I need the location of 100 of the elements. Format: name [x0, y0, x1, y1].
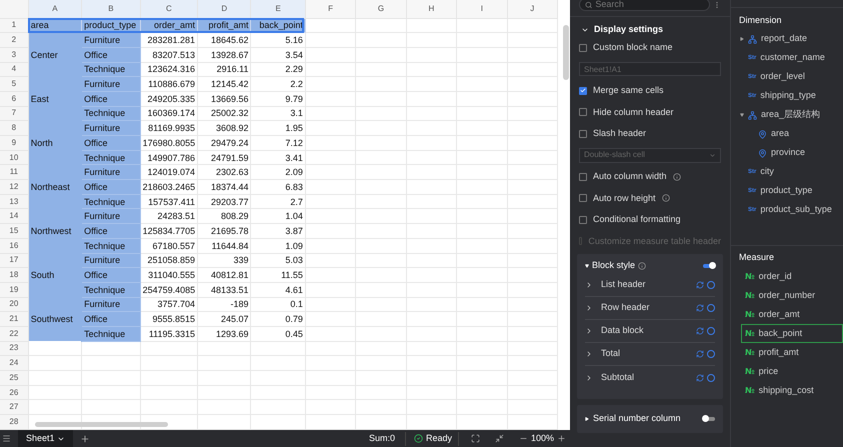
number-type-icon: №	[745, 346, 755, 358]
field-item[interactable]: area	[771, 127, 790, 141]
sheet-tab[interactable]: Sheet1	[18, 430, 73, 447]
input-field[interactable]: Sheet1!A1	[579, 62, 721, 76]
sum-text: Sum:0	[368, 432, 395, 445]
expand-icon[interactable]	[740, 37, 744, 41]
row-number: 18	[0, 268, 28, 282]
menu-icon[interactable]	[2, 434, 11, 443]
style-icon[interactable]	[707, 327, 715, 335]
search-field[interactable]: Search	[579, 0, 710, 11]
block-style-item[interactable]: Subtotal	[601, 370, 696, 384]
table-cell: 11644.84	[198, 238, 251, 253]
measure-item[interactable]: № shipping_cost	[741, 381, 843, 400]
table-cell: 0.1	[250, 297, 306, 312]
search-input[interactable]: Search	[595, 0, 704, 10]
product-type-cell: Office	[82, 180, 140, 194]
style-icon[interactable]	[707, 374, 715, 382]
expand-icon[interactable]	[740, 113, 744, 117]
block-style-item[interactable]: Data block	[601, 324, 696, 338]
table-cell: 0.79	[250, 312, 306, 326]
product-type-cell: Furniture	[82, 76, 140, 92]
style-icon[interactable]	[707, 304, 715, 312]
section-header[interactable]: Serial number column	[585, 412, 681, 426]
row-number: 16	[0, 238, 28, 253]
measure-item[interactable]: № order_number	[741, 286, 843, 305]
measure-item[interactable]: № price	[741, 362, 843, 381]
measure-item[interactable]: № profit_amt	[741, 343, 843, 362]
checkbox[interactable]	[579, 172, 587, 181]
measure-item[interactable]: № back_point	[741, 324, 843, 343]
field-item[interactable]: customer_name	[760, 51, 825, 65]
table-cell: 5.03	[250, 253, 306, 268]
checkbox[interactable]	[579, 194, 587, 202]
product-type-cell: Technique	[82, 106, 140, 121]
row-number: 23	[0, 341, 28, 356]
field-item[interactable]: area_层级结构	[761, 108, 820, 122]
style-icon[interactable]	[707, 281, 715, 289]
checkbox[interactable]	[579, 86, 587, 95]
zoom-in-icon[interactable]	[557, 434, 566, 443]
table-cell: 157537.411	[140, 194, 198, 209]
toggle-switch[interactable]	[703, 264, 715, 268]
fit-icon[interactable]	[470, 434, 480, 443]
refresh-icon[interactable]	[696, 304, 704, 312]
refresh-icon[interactable]	[696, 374, 704, 382]
refresh-icon[interactable]	[696, 281, 704, 289]
style-icon[interactable]	[707, 350, 715, 358]
product-type-cell: Furniture	[82, 164, 140, 180]
toggle-switch[interactable]	[703, 417, 715, 421]
table-cell: 11.55	[250, 268, 306, 282]
table-cell: 2302.63	[198, 164, 251, 180]
block-style-item[interactable]: Total	[601, 347, 696, 361]
row-number: 6	[0, 91, 28, 106]
field-item[interactable]: order_level	[760, 70, 805, 84]
table-cell: 3608.92	[198, 120, 251, 136]
field-item[interactable]: province	[771, 146, 806, 160]
checkbox[interactable]	[579, 130, 587, 138]
section-header[interactable]: Display settings	[581, 23, 730, 36]
table-cell: -189	[198, 297, 251, 312]
row-number: 1	[0, 18, 28, 33]
product-type-cell: Technique	[82, 194, 140, 209]
column-letter: B	[82, 0, 140, 18]
checkbox[interactable]	[579, 108, 587, 116]
chevron-icon[interactable]	[585, 304, 593, 312]
table-cell: 251058.859	[140, 253, 198, 268]
refresh-icon[interactable]	[696, 350, 704, 358]
row-number: 2	[0, 32, 28, 48]
row-number: 22	[0, 326, 28, 342]
checkbox[interactable]	[579, 44, 587, 52]
measure-item[interactable]: № order_amt	[741, 305, 843, 324]
table-cell: 149907.786	[140, 150, 198, 165]
field-item[interactable]: product_sub_type	[760, 203, 832, 217]
table-cell: 81169.9935	[140, 120, 198, 136]
measure-item[interactable]: № order_id	[741, 267, 843, 286]
block-style-item[interactable]: Row header	[601, 301, 696, 315]
row-number: 8	[0, 120, 28, 136]
checkbox-label: Auto column width	[593, 170, 667, 183]
table-cell: 2.09	[250, 164, 306, 180]
table-cell: 29203.77	[198, 194, 251, 209]
chevron-icon[interactable]	[585, 350, 593, 358]
field-item[interactable]: city	[760, 165, 774, 179]
column-letter: G	[356, 0, 406, 18]
chevron-icon[interactable]	[585, 374, 593, 382]
area-cell: Southwest	[28, 297, 82, 342]
block-style-item[interactable]: List header	[601, 278, 696, 292]
refresh-icon[interactable]	[696, 327, 704, 335]
checkbox[interactable]	[579, 216, 587, 224]
table-cell: 48133.51	[198, 282, 251, 298]
number-type-icon: №	[745, 384, 755, 396]
field-item[interactable]: product_type	[760, 184, 812, 198]
add-sheet-icon[interactable]	[80, 434, 90, 444]
checkbox-label: Slash header	[593, 127, 646, 140]
section-header[interactable]: Block style	[585, 259, 646, 273]
area-cell: Northeast	[28, 164, 82, 209]
chevron-icon[interactable]	[585, 327, 593, 335]
product-type-cell: Furniture	[82, 253, 140, 268]
table-cell: 1.09	[250, 238, 306, 253]
chevron-icon[interactable]	[585, 281, 593, 289]
field-item[interactable]: report_date	[761, 32, 808, 46]
field-item[interactable]: shipping_type	[760, 89, 816, 103]
location-icon	[758, 148, 767, 158]
resize-icon[interactable]	[494, 434, 504, 443]
